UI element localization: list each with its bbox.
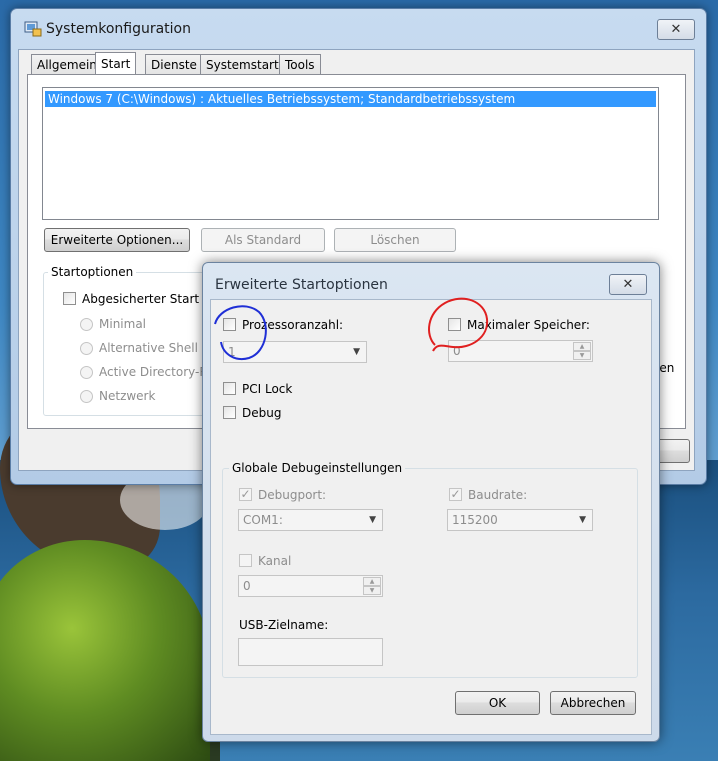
debugport-select[interactable]: COM1: ▼ (238, 509, 383, 531)
check-icon: ✓ (240, 487, 251, 501)
spinner-up-icon[interactable]: ▲ (573, 342, 591, 351)
channel-label: Kanal (258, 554, 292, 568)
startoptions-label: Startoptionen (48, 265, 137, 279)
safe-boot-label: Abgesicherter Start (82, 292, 200, 306)
network-label: Netzwerk (99, 389, 156, 403)
dialog-title: Erweiterte Startoptionen (215, 277, 388, 293)
blue-annotation-circle (214, 305, 267, 360)
chevron-down-icon: ▼ (579, 515, 586, 525)
minimal-label: Minimal (99, 317, 147, 331)
msconfig-icon (24, 21, 42, 37)
close-icon: ✕ (622, 277, 634, 292)
baudrate-value: 115200 (452, 513, 498, 527)
cancel-button[interactable]: Abbrechen (550, 691, 636, 715)
delete-button[interactable]: Löschen (334, 228, 456, 252)
safe-boot-checkbox[interactable] (63, 292, 76, 305)
window-title: Systemkonfiguration (46, 21, 191, 37)
global-debug-label: Globale Debugeinstellungen (229, 461, 406, 475)
debugport-label: Debugport: (258, 488, 327, 502)
spinner-up-icon[interactable]: ▲ (363, 577, 381, 586)
pci-lock-checkbox[interactable] (223, 382, 236, 395)
spinner-down-icon[interactable]: ▼ (573, 351, 591, 360)
tab-tools[interactable]: Tools (279, 54, 321, 75)
channel-value: 0 (243, 579, 251, 593)
advanced-options-button[interactable]: Erweiterte Optionen... (44, 228, 190, 252)
baudrate-select[interactable]: 115200 ▼ (447, 509, 593, 531)
baudrate-label: Baudrate: (468, 488, 528, 502)
check-icon: ✓ (450, 487, 461, 501)
dialog-close-button[interactable]: ✕ (609, 274, 647, 295)
radio-network[interactable] (80, 390, 93, 403)
tab-start[interactable]: Start (95, 52, 137, 76)
alternative-shell-label: Alternative Shell (99, 341, 198, 355)
usb-target-input[interactable] (238, 638, 383, 666)
spinner-buttons[interactable]: ▲ ▼ (573, 342, 591, 360)
set-default-button[interactable]: Als Standard (201, 228, 325, 252)
tab-dienste[interactable]: Dienste (145, 54, 203, 75)
ok-button[interactable]: OK (455, 691, 540, 715)
close-icon: ✕ (670, 22, 682, 37)
usb-target-label: USB-Zielname: (239, 618, 329, 632)
spinner-down-icon[interactable]: ▼ (363, 586, 381, 595)
debugport-value: COM1: (243, 513, 283, 527)
chevron-down-icon: ▼ (369, 515, 376, 525)
debugport-checkbox[interactable]: ✓ (239, 488, 252, 501)
red-annotation-circle (428, 297, 489, 352)
radio-active-directory[interactable] (80, 366, 93, 379)
debug-label: Debug (242, 406, 282, 420)
window-close-button[interactable]: ✕ (657, 19, 695, 40)
spinner-buttons[interactable]: ▲ ▼ (363, 577, 381, 595)
baudrate-checkbox[interactable]: ✓ (449, 488, 462, 501)
tab-allgemein[interactable]: Allgemein (31, 54, 103, 75)
channel-checkbox[interactable] (239, 554, 252, 567)
debug-checkbox[interactable] (223, 406, 236, 419)
boot-entry-selected[interactable]: Windows 7 (C:\Windows) : Aktuelles Betri… (45, 91, 656, 107)
tab-systemstart[interactable]: Systemstart (200, 54, 285, 75)
radio-minimal[interactable] (80, 318, 93, 331)
channel-spinner[interactable]: 0 ▲ ▼ (238, 575, 383, 597)
radio-alternative-shell[interactable] (80, 342, 93, 355)
pci-lock-label: PCI Lock (242, 382, 293, 396)
partial-button-right[interactable] (656, 439, 690, 463)
chevron-down-icon: ▼ (353, 347, 360, 357)
active-directory-label: Active Directory-R (99, 365, 208, 379)
